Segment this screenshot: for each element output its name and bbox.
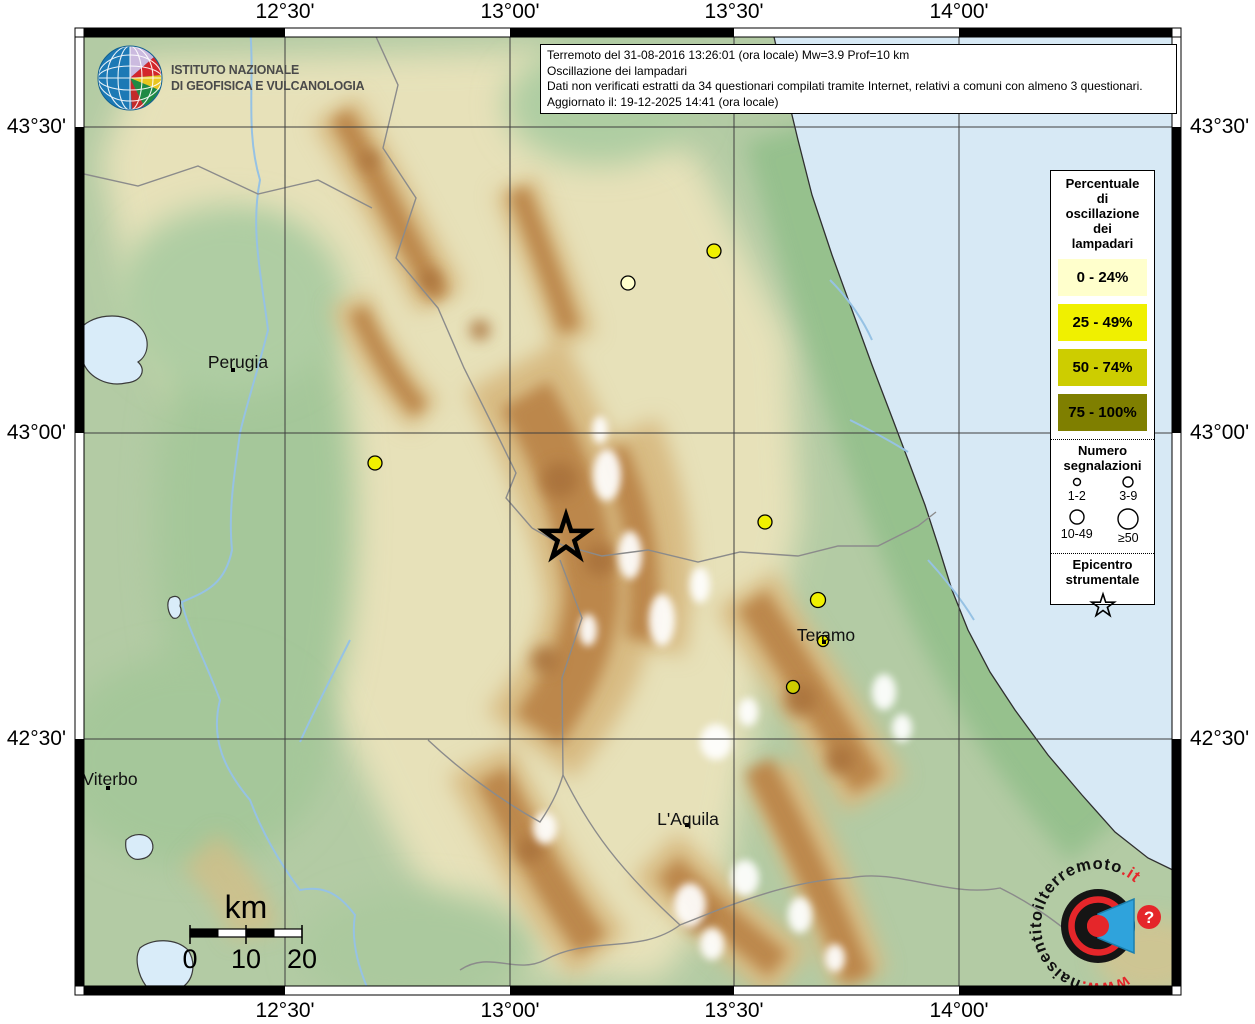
legend-swatch-0-24: 0 - 24% bbox=[1058, 259, 1147, 296]
axis-tick-bottom-2: 13°00' bbox=[450, 999, 570, 1023]
city-label: Viterbo bbox=[82, 769, 137, 789]
legend-swatch-75-100: 75 - 100% bbox=[1058, 394, 1147, 431]
haisentitoilterremoto-map-page: { "info_box": { "line1": "Terremoto del … bbox=[0, 0, 1255, 1024]
event-effect: Oscillazione dei lampadari bbox=[547, 64, 1170, 80]
scale-tick: 0 bbox=[182, 944, 197, 974]
legend-report-sizes: 1-2 3-9 10-49 ≥50 bbox=[1051, 473, 1154, 545]
legend-swatch-25-49: 25 - 49% bbox=[1058, 304, 1147, 341]
city-label: L'Aquila bbox=[657, 809, 719, 829]
ingv-name-line2: DI GEOFISICA E VULCANOLOGIA bbox=[171, 78, 364, 94]
ingv-name: ISTITUTO NAZIONALE DI GEOFISICA E VULCAN… bbox=[171, 62, 364, 94]
report-dot[interactable] bbox=[621, 276, 635, 290]
legend-reports-title: Numero segnalazioni bbox=[1051, 440, 1154, 473]
axis-tick-top-2: 13°00' bbox=[450, 0, 570, 24]
event-info-box: Terremoto del 31-08-2016 13:26:01 (ora l… bbox=[540, 44, 1177, 114]
city-label: Perugia bbox=[208, 352, 269, 372]
report-dot[interactable] bbox=[707, 244, 721, 258]
legend-epicenter-title: Epicentro strumentale bbox=[1051, 554, 1154, 587]
event-updated-at: Aggiornato il: 19-12-2025 14:41 (ora loc… bbox=[547, 95, 1170, 111]
axis-tick-left-2: 43°00' bbox=[0, 421, 66, 445]
report-size-circle-icon bbox=[1062, 507, 1092, 527]
legend-intensity-title: Percentuale di oscillazione dei lampadar… bbox=[1051, 171, 1154, 251]
question-mark: ? bbox=[1144, 908, 1154, 927]
event-data-note: Dati non verificati estratti da 34 quest… bbox=[547, 79, 1170, 95]
report-dot[interactable] bbox=[368, 456, 382, 470]
scale-tick: 10 bbox=[231, 944, 261, 974]
event-summary: Terremoto del 31-08-2016 13:26:01 (ora l… bbox=[547, 48, 1170, 64]
axis-tick-top-3: 13°30' bbox=[674, 0, 794, 24]
report-dot[interactable] bbox=[758, 515, 772, 529]
city-label: Teramo bbox=[797, 625, 855, 645]
axis-tick-bottom-4: 14°00' bbox=[899, 999, 1019, 1023]
legend-swatch-50-74: 50 - 74% bbox=[1058, 349, 1147, 386]
report-size-circle-icon bbox=[1113, 473, 1143, 489]
axis-tick-bottom-1: 12°30' bbox=[225, 999, 345, 1023]
epicenter-star-icon bbox=[1088, 591, 1118, 621]
axis-tick-bottom-3: 13°30' bbox=[674, 999, 794, 1023]
ingv-name-line1: ISTITUTO NAZIONALE bbox=[171, 62, 364, 78]
axis-tick-top-1: 12°30' bbox=[225, 0, 345, 24]
ingv-globe-icon bbox=[97, 45, 163, 111]
question-badge: ? bbox=[1137, 905, 1161, 929]
axis-tick-top-4: 14°00' bbox=[899, 0, 1019, 24]
ingv-logo: ISTITUTO NAZIONALE DI GEOFISICA E VULCAN… bbox=[97, 45, 375, 111]
axis-tick-right-3: 42°30' bbox=[1190, 727, 1255, 751]
axis-tick-left-3: 42°30' bbox=[0, 727, 66, 751]
scale-tick: 20 bbox=[287, 944, 317, 974]
scale-unit: km bbox=[225, 889, 268, 925]
report-dot[interactable] bbox=[811, 593, 826, 608]
report-size-circle-icon bbox=[1062, 473, 1092, 489]
axis-tick-left-1: 43°30' bbox=[0, 115, 66, 139]
axis-tick-right-1: 43°30' bbox=[1190, 115, 1255, 139]
report-dot[interactable] bbox=[787, 681, 800, 694]
axis-tick-right-2: 43°00' bbox=[1190, 421, 1255, 445]
terrain-layer: Perugia Teramo Viterbo L'Aquila km 0 10 … bbox=[55, 28, 1205, 1010]
legend-panel: Percentuale di oscillazione dei lampadar… bbox=[1050, 170, 1155, 605]
report-size-circle-icon bbox=[1113, 507, 1143, 531]
